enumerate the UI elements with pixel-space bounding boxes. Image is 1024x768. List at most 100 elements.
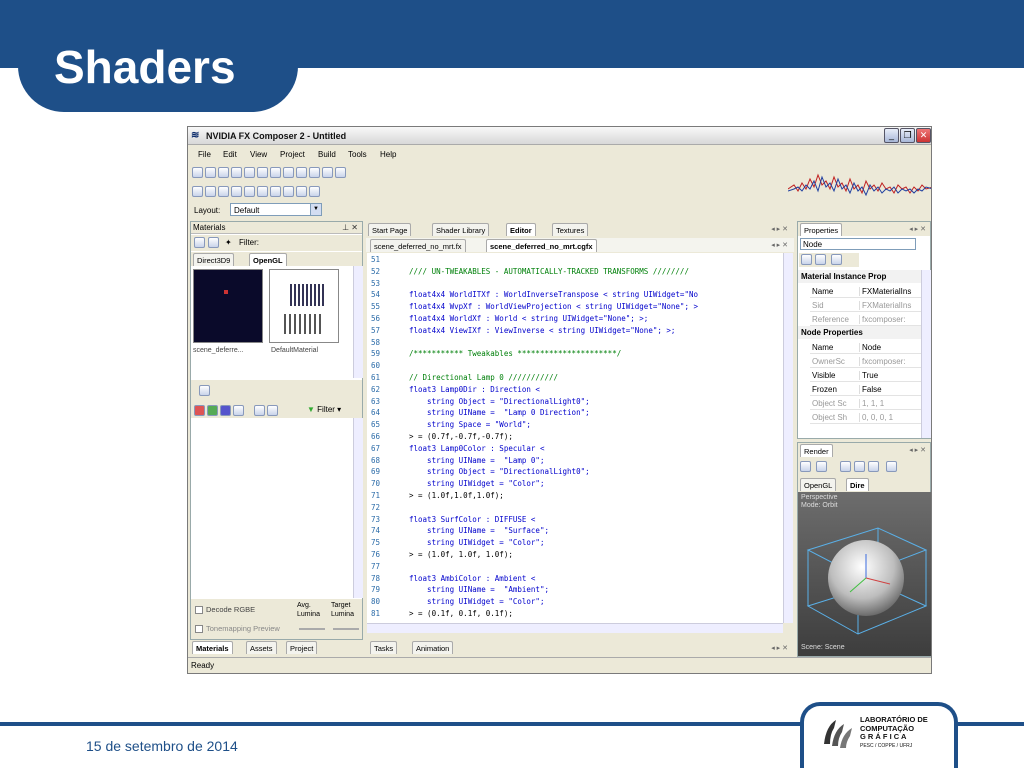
- pin-icon[interactable]: ⊥ ✕: [342, 223, 358, 232]
- tab-render[interactable]: Render: [800, 444, 833, 457]
- materials-filter-label[interactable]: Filter:: [239, 238, 259, 247]
- menu-tools[interactable]: Tools: [348, 150, 367, 159]
- save-all-icon[interactable]: [257, 166, 268, 178]
- alpha-channel-icon[interactable]: [233, 405, 244, 416]
- maximize-button[interactable]: ❐: [900, 128, 915, 143]
- menu-build[interactable]: Build: [318, 150, 336, 159]
- property-row[interactable]: Sid FXMaterialIns: [810, 298, 922, 312]
- clipboard-icon[interactable]: [322, 166, 333, 178]
- menu-project[interactable]: Project: [280, 150, 305, 159]
- sort-az-icon[interactable]: [815, 254, 826, 265]
- refresh-icon[interactable]: [199, 385, 210, 396]
- tab-opengl[interactable]: OpenGL: [249, 253, 287, 266]
- tab-file-fx[interactable]: scene_deferred_no_mrt.fx: [370, 239, 466, 252]
- materials-scrollbar[interactable]: [353, 266, 363, 378]
- properties-scrollbar[interactable]: [921, 270, 931, 438]
- tab-shader-library[interactable]: Shader Library: [432, 223, 490, 236]
- blue-channel-icon[interactable]: [220, 405, 231, 416]
- file-tab-nav-icons[interactable]: ◂ ▸ ✕: [771, 241, 788, 249]
- tab-animation[interactable]: Animation: [412, 641, 454, 654]
- property-row[interactable]: Visible True: [810, 368, 922, 382]
- editor-hscrollbar[interactable]: [367, 623, 783, 633]
- plane-icon[interactable]: [231, 185, 242, 197]
- menu-help[interactable]: Help: [380, 150, 396, 159]
- transform-icon[interactable]: [244, 185, 255, 197]
- code-editor[interactable]: 51 52 //// UN-TWEAKABLES - AUTOMATICALLY-T…: [367, 253, 783, 623]
- camera-icon[interactable]: [800, 461, 811, 472]
- property-category[interactable]: Material Instance Prop: [798, 270, 922, 283]
- tab-project[interactable]: Project: [286, 641, 318, 654]
- bottom-tab-nav-icons[interactable]: ◂ ▸ ✕: [771, 644, 788, 652]
- property-row[interactable]: Name Node: [810, 340, 922, 354]
- sphere-icon[interactable]: [192, 185, 203, 197]
- tonemapping-checkbox[interactable]: [195, 625, 203, 633]
- redo-icon[interactable]: [283, 166, 294, 178]
- tab-start-page[interactable]: Start Page: [368, 223, 412, 236]
- zoom-region-icon[interactable]: [854, 461, 865, 472]
- copy-icon[interactable]: [218, 166, 229, 178]
- property-row[interactable]: Object Sc 1, 1, 1: [810, 396, 922, 410]
- property-pages-icon[interactable]: [831, 254, 842, 265]
- contrast-icon[interactable]: [267, 405, 278, 416]
- tab-direct3d9[interactable]: Direct3D9: [193, 253, 235, 266]
- open-folder-icon[interactable]: [205, 166, 216, 178]
- move-icon[interactable]: [816, 461, 827, 472]
- tab-textures[interactable]: Textures: [552, 223, 589, 236]
- categorized-icon[interactable]: [801, 254, 812, 265]
- properties-nav-icons[interactable]: ◂ ▸ ✕: [909, 225, 926, 233]
- tab-properties[interactable]: Properties: [800, 223, 843, 236]
- target-lumina-slider[interactable]: [333, 628, 359, 630]
- tab-file-cgfx[interactable]: scene_deferred_no_mrt.cgfx: [486, 239, 597, 252]
- cut-icon[interactable]: [296, 166, 307, 178]
- teapot-icon[interactable]: [205, 185, 216, 197]
- star-icon[interactable]: [270, 185, 281, 197]
- material-thumb-default[interactable]: [269, 269, 339, 343]
- paste-icon[interactable]: [309, 166, 320, 178]
- grid-icon[interactable]: [335, 166, 346, 178]
- tab-nav-icons[interactable]: ◂ ▸ ✕: [771, 225, 788, 233]
- render-nav-icons[interactable]: ◂ ▸ ✕: [909, 446, 926, 454]
- minimize-button[interactable]: _: [884, 128, 899, 143]
- save-icon[interactable]: [244, 166, 255, 178]
- chart-icon[interactable]: [309, 185, 320, 197]
- avg-lumina-slider[interactable]: [299, 628, 325, 630]
- property-row[interactable]: Frozen False: [810, 382, 922, 396]
- view-icon[interactable]: [194, 237, 205, 248]
- tool-icon[interactable]: [283, 185, 294, 197]
- zoom-extents-icon[interactable]: [868, 461, 879, 472]
- select-arrow-icon[interactable]: [886, 461, 897, 472]
- property-row[interactable]: OwnerSc fxcomposer:: [810, 354, 922, 368]
- undo-icon[interactable]: [270, 166, 281, 178]
- tab-render-opengl[interactable]: OpenGL: [800, 478, 837, 491]
- add-material-icon[interactable]: [208, 237, 219, 248]
- property-row[interactable]: Name FXMaterialIns: [810, 284, 922, 298]
- texture-filter-button[interactable]: ▼ Filter ▾: [307, 405, 341, 414]
- document-icon[interactable]: [231, 166, 242, 178]
- editor-vscrollbar[interactable]: [783, 253, 793, 623]
- green-channel-icon[interactable]: [207, 405, 218, 416]
- material-thumb-scene[interactable]: [193, 269, 263, 343]
- sparkle-icon[interactable]: ✦: [225, 238, 232, 247]
- property-row[interactable]: Object Sh 0, 0, 0, 1: [810, 410, 922, 424]
- tab-assets[interactable]: Assets: [246, 641, 277, 654]
- menu-file[interactable]: File: [198, 150, 211, 159]
- tab-tasks[interactable]: Tasks: [370, 641, 398, 654]
- property-row[interactable]: Reference fxcomposer:: [810, 312, 922, 326]
- tab-editor[interactable]: Editor: [506, 223, 536, 236]
- zoom-fit-icon[interactable]: [840, 461, 851, 472]
- table-icon[interactable]: [296, 185, 307, 197]
- menu-view[interactable]: View: [250, 150, 267, 159]
- tab-materials[interactable]: Materials: [192, 641, 233, 654]
- tab-render-direct3d[interactable]: Dire: [846, 478, 869, 491]
- torus-icon[interactable]: [218, 185, 229, 197]
- red-channel-icon[interactable]: [194, 405, 205, 416]
- texture-scrollbar[interactable]: [353, 418, 363, 598]
- property-category[interactable]: Node Properties: [798, 326, 922, 339]
- fit-icon[interactable]: [254, 405, 265, 416]
- menu-edit[interactable]: Edit: [223, 150, 237, 159]
- render-viewport[interactable]: Perspective Mode: Orbit Scene: Scene: [798, 492, 931, 656]
- light-icon[interactable]: [257, 185, 268, 197]
- close-button[interactable]: ✕: [916, 128, 931, 143]
- layout-select[interactable]: Default ▼: [230, 203, 322, 216]
- new-file-icon[interactable]: [192, 166, 203, 178]
